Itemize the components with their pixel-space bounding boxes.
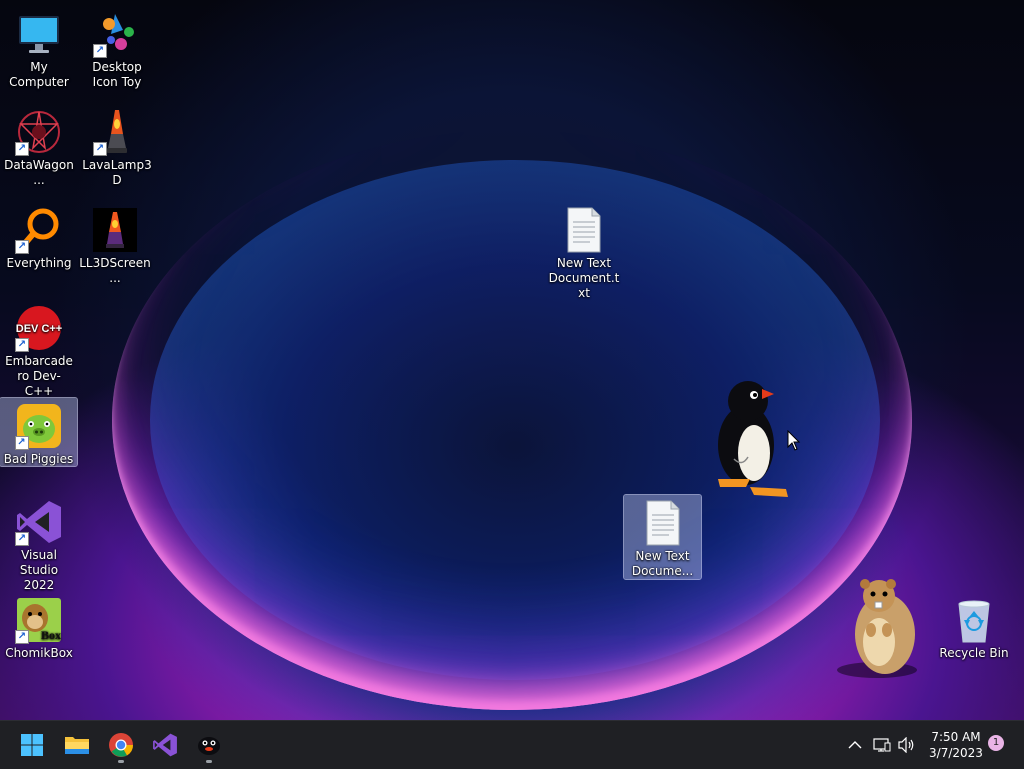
- desktop-icon-embarcadero-devcpp[interactable]: DEV C++ ↗ Embarcadero Dev-C++: [1, 300, 77, 402]
- desktop-icon-my-computer[interactable]: My Computer: [1, 6, 77, 93]
- visual-studio-icon: [153, 733, 177, 757]
- desktop: My Computer ↗ Desktop Icon Toy ↗ DataWag: [0, 0, 1024, 720]
- start-button[interactable]: [12, 725, 52, 765]
- icon-label: My Computer: [9, 60, 69, 89]
- desktop-icon-chomikbox[interactable]: Box ↗ ChomikBox: [1, 592, 77, 664]
- notification-badge[interactable]: 1: [988, 735, 1004, 751]
- shortcut-arrow-icon: ↗: [15, 630, 29, 644]
- lava-lamp-screen-icon: [91, 206, 139, 254]
- taskbar-file-explorer[interactable]: [57, 725, 97, 765]
- datawagon-icon: ↗: [15, 108, 63, 156]
- hamster-desktop-pet[interactable]: [835, 572, 920, 680]
- clock-time: 7:50 AM: [931, 730, 981, 744]
- clock[interactable]: 7:50 AM 3/7/2023: [920, 729, 992, 761]
- visual-studio-icon: ↗: [15, 498, 63, 546]
- icon-label: Visual Studio 2022: [19, 548, 59, 592]
- desktop-icon-visual-studio-2022[interactable]: ↗ Visual Studio 2022: [1, 494, 77, 596]
- monitor-icon: [15, 10, 63, 58]
- icon-label: Everything: [6, 256, 72, 270]
- recycle-bin-icon: [950, 596, 998, 644]
- icon-label: Desktop Icon Toy: [92, 60, 142, 89]
- lava-lamp-icon: ↗: [93, 108, 141, 156]
- desktop-icon-bad-piggies[interactable]: ↗ Bad Piggies: [0, 397, 78, 467]
- icon-label: LL3DScreen...: [79, 256, 151, 285]
- icon-label: DataWagon...: [4, 158, 74, 187]
- folder-icon: [65, 737, 89, 754]
- volume-button[interactable]: [896, 721, 918, 769]
- shortcut-arrow-icon: ↗: [15, 338, 29, 352]
- shortcut-arrow-icon: ↗: [93, 44, 107, 58]
- hamster-box-icon: Box ↗: [15, 596, 63, 644]
- running-indicator: [206, 760, 212, 763]
- shortcut-arrow-icon: ↗: [15, 532, 29, 546]
- desktop-icon-new-text-document-2[interactable]: New Text Docume...: [623, 494, 702, 580]
- icon-toy-icon: ↗: [93, 10, 141, 58]
- taskbar-chrome[interactable]: [101, 725, 141, 765]
- desktop-icon-ll3dscreen[interactable]: LL3DScreen...: [77, 202, 153, 289]
- chrome-icon: [109, 733, 133, 757]
- shortcut-arrow-icon: ↗: [93, 142, 107, 156]
- shortcut-arrow-icon: ↗: [14, 436, 29, 450]
- icon-label: New Text Docume...: [631, 549, 694, 578]
- chomikbox-logo-text: Box: [41, 628, 61, 642]
- desktop-icon-new-text-document[interactable]: New Text Document.txt: [546, 202, 622, 304]
- windows-logo-icon: [21, 734, 43, 756]
- shortcut-arrow-icon: ↗: [15, 142, 29, 156]
- clock-date: 3/7/2023: [929, 746, 983, 760]
- text-file-icon: [639, 499, 687, 547]
- pingu-desktop-pet[interactable]: [710, 375, 795, 500]
- taskbar-visual-studio[interactable]: [145, 725, 185, 765]
- pingu-icon: [198, 737, 220, 755]
- show-hidden-icons-button[interactable]: [844, 721, 866, 769]
- icon-label: LavaLamp3D: [82, 158, 152, 187]
- desktop-icon-everything[interactable]: ↗ Everything: [1, 202, 77, 274]
- network-icon: [873, 738, 891, 752]
- text-file-icon: [560, 206, 608, 254]
- desktop-icon-recycle-bin[interactable]: Recycle Bin: [936, 592, 1012, 664]
- icon-label: Embarcadero Dev-C++: [5, 354, 73, 398]
- icon-label: Recycle Bin: [939, 646, 1009, 660]
- network-button[interactable]: [871, 721, 893, 769]
- running-indicator: [118, 760, 124, 763]
- icon-label: ChomikBox: [5, 646, 73, 660]
- desktop-icon-lavalamp3d[interactable]: ↗ LavaLamp3D: [79, 104, 155, 191]
- taskbar-pingu[interactable]: [189, 725, 229, 765]
- bad-piggies-icon: ↗: [14, 402, 63, 450]
- devcpp-logo-text: DEV C++: [16, 323, 62, 335]
- speaker-icon: [898, 737, 914, 753]
- devcpp-icon: DEV C++ ↗: [15, 304, 63, 352]
- magnifier-icon: ↗: [15, 206, 63, 254]
- shortcut-arrow-icon: ↗: [15, 240, 29, 254]
- chevron-up-icon: [848, 741, 862, 749]
- icon-label: Bad Piggies: [3, 452, 74, 466]
- desktop-icon-desktop-icon-toy[interactable]: ↗ Desktop Icon Toy: [79, 6, 155, 93]
- desktop-icon-datawagon[interactable]: ↗ DataWagon...: [1, 104, 77, 191]
- taskbar: 7:50 AM 3/7/2023: [0, 720, 1024, 769]
- icon-label: New Text Document.txt: [548, 256, 620, 300]
- mouse-cursor-icon: [787, 429, 801, 452]
